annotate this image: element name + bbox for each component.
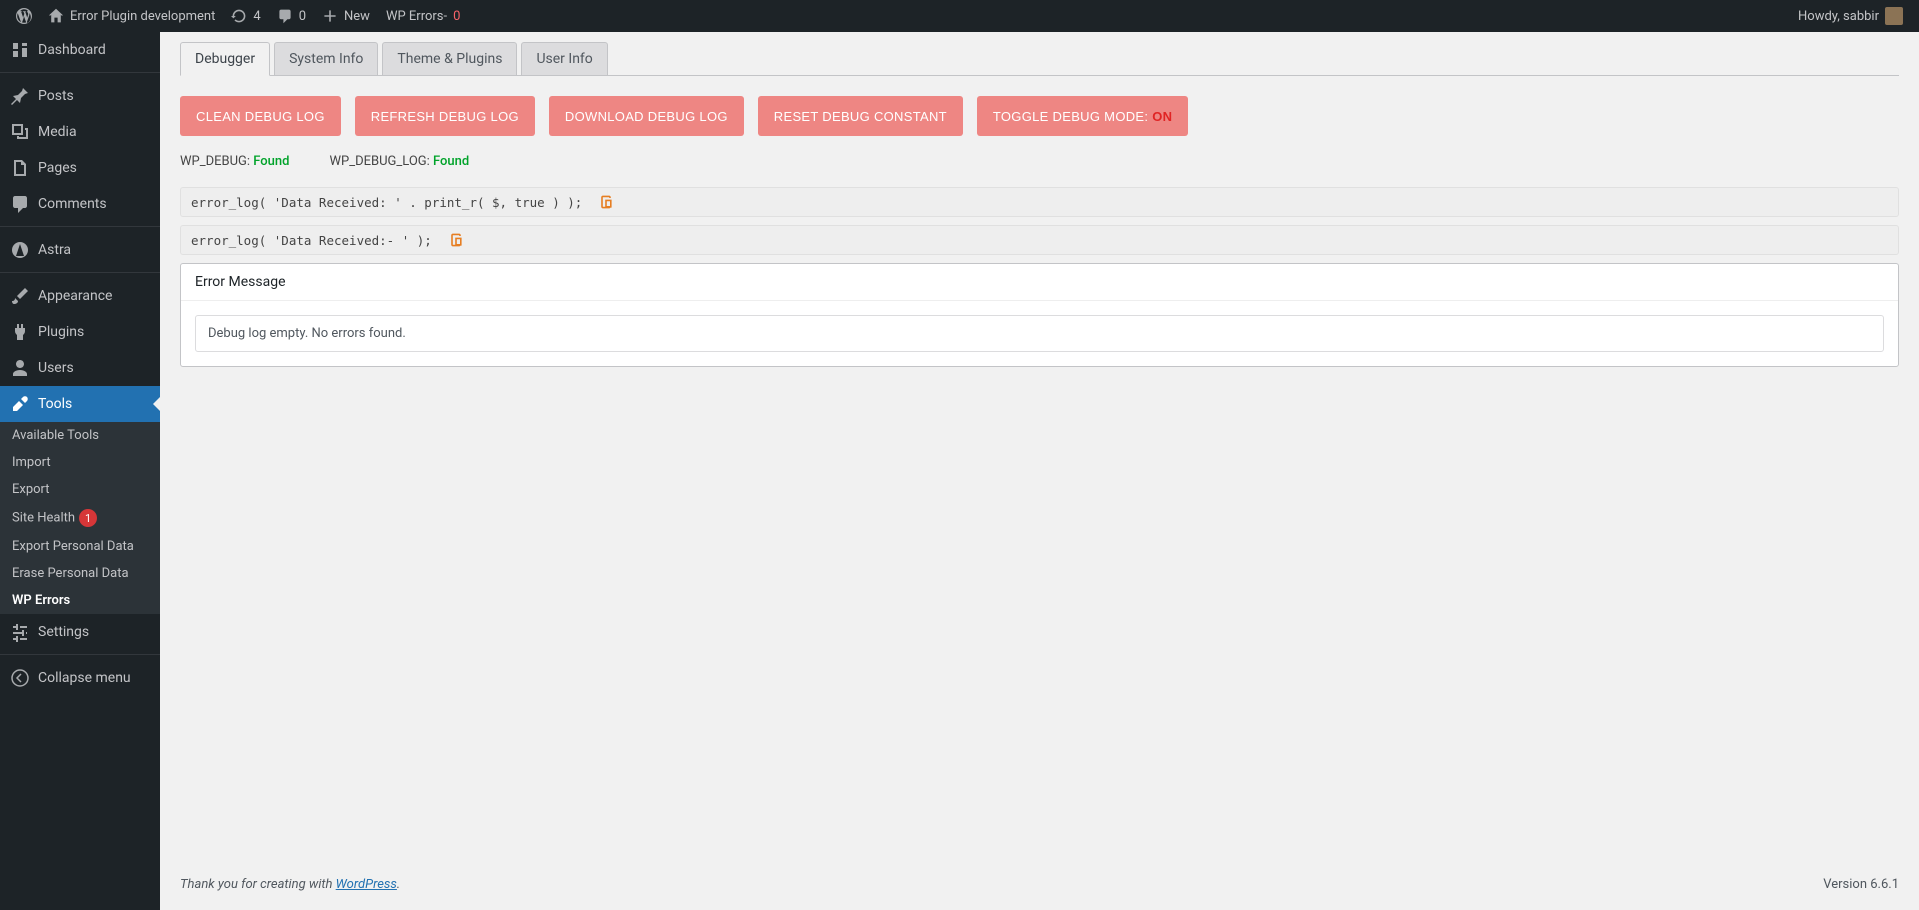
wp-errors-count: 0	[453, 9, 460, 24]
submenu-erase-personal[interactable]: Erase Personal Data	[0, 560, 160, 587]
avatar	[1885, 7, 1903, 25]
tab-user-info[interactable]: User Info	[521, 42, 607, 76]
wordpress-icon	[16, 8, 32, 24]
submenu-export[interactable]: Export	[0, 476, 160, 503]
sidebar-item-appearance[interactable]: Appearance	[0, 278, 160, 314]
wordpress-link[interactable]: WordPress	[336, 877, 397, 892]
plus-icon	[322, 8, 338, 24]
download-debug-log-button[interactable]: DOWNLOAD DEBUG LOG	[549, 96, 744, 136]
debug-status: WP_DEBUG: Found WP_DEBUG_LOG: Found	[180, 154, 1899, 169]
submenu-site-health[interactable]: Site Health1	[0, 503, 160, 533]
brush-icon	[10, 286, 30, 306]
dashboard-icon	[10, 40, 30, 60]
sidebar-item-posts[interactable]: Posts	[0, 78, 160, 114]
wrench-icon	[10, 394, 30, 414]
code-snippet-1: error_log( 'Data Received: ' . print_r( …	[180, 187, 1899, 217]
refresh-debug-log-button[interactable]: REFRESH DEBUG LOG	[355, 96, 535, 136]
sliders-icon	[10, 622, 30, 642]
admin-toolbar: Error Plugin development 4 0 New WP Erro…	[0, 0, 1919, 32]
page-icon	[10, 158, 30, 178]
astra-icon	[10, 240, 30, 260]
submenu-export-personal[interactable]: Export Personal Data	[0, 533, 160, 560]
home-icon	[48, 8, 64, 24]
tab-debugger[interactable]: Debugger	[180, 42, 270, 76]
account-link[interactable]: Howdy, sabbir	[1790, 0, 1911, 32]
wp-logo[interactable]	[8, 0, 40, 32]
clean-debug-log-button[interactable]: CLEAN DEBUG LOG	[180, 96, 341, 136]
collapse-icon	[10, 668, 30, 688]
collapse-menu[interactable]: Collapse menu	[0, 660, 160, 696]
tabs: Debugger System Info Theme & Plugins Use…	[180, 42, 1899, 76]
wp-debug-log-status: WP_DEBUG_LOG: Found	[329, 154, 469, 169]
submenu-available-tools[interactable]: Available Tools	[0, 422, 160, 449]
tab-system-info[interactable]: System Info	[274, 42, 378, 76]
site-health-badge: 1	[79, 509, 97, 527]
sidebar-item-astra[interactable]: Astra	[0, 232, 160, 268]
clipboard-icon[interactable]	[598, 194, 614, 210]
media-icon	[10, 122, 30, 142]
clipboard-icon[interactable]	[448, 232, 464, 248]
footer-version: Version 6.6.1	[1823, 877, 1899, 892]
admin-sidebar: Dashboard Posts Media Pages Comments Ast…	[0, 32, 160, 910]
new-label: New	[344, 9, 370, 24]
comments-count: 0	[299, 9, 306, 24]
sidebar-item-tools[interactable]: Tools	[0, 386, 160, 422]
plugin-icon	[10, 322, 30, 342]
comment-icon	[10, 194, 30, 214]
submenu-wp-errors[interactable]: WP Errors	[0, 587, 160, 614]
main-content: Debugger System Info Theme & Plugins Use…	[160, 32, 1919, 910]
admin-footer: Thank you for creating with WordPress. V…	[180, 859, 1899, 910]
wp-errors-link[interactable]: WP Errors-0	[378, 0, 468, 32]
update-icon	[231, 8, 247, 24]
user-icon	[10, 358, 30, 378]
panel-title: Error Message	[181, 264, 1898, 301]
wp-debug-status: WP_DEBUG: Found	[180, 154, 289, 169]
comment-icon	[277, 8, 293, 24]
sidebar-item-media[interactable]: Media	[0, 114, 160, 150]
sidebar-item-dashboard[interactable]: Dashboard	[0, 32, 160, 68]
site-name: Error Plugin development	[70, 9, 215, 24]
reset-debug-constant-button[interactable]: RESET DEBUG CONSTANT	[758, 96, 963, 136]
debug-mode-state: ON	[1152, 109, 1172, 124]
pin-icon	[10, 86, 30, 106]
debug-buttons: CLEAN DEBUG LOG REFRESH DEBUG LOG DOWNLO…	[180, 96, 1899, 136]
tab-theme-plugins[interactable]: Theme & Plugins	[382, 42, 517, 76]
sidebar-item-pages[interactable]: Pages	[0, 150, 160, 186]
sidebar-item-users[interactable]: Users	[0, 350, 160, 386]
greeting: Howdy, sabbir	[1798, 9, 1879, 24]
error-message-panel: Error Message Debug log empty. No errors…	[180, 263, 1899, 367]
site-name-link[interactable]: Error Plugin development	[40, 0, 223, 32]
updates-link[interactable]: 4	[223, 0, 268, 32]
code-snippet-2: error_log( 'Data Received:- ' );	[180, 225, 1899, 255]
toggle-debug-mode-button[interactable]: TOGGLE DEBUG MODE: ON	[977, 96, 1188, 136]
sidebar-item-plugins[interactable]: Plugins	[0, 314, 160, 350]
updates-count: 4	[253, 9, 260, 24]
sidebar-item-comments[interactable]: Comments	[0, 186, 160, 222]
comments-link[interactable]: 0	[269, 0, 314, 32]
tools-submenu: Available Tools Import Export Site Healt…	[0, 422, 160, 614]
submenu-import[interactable]: Import	[0, 449, 160, 476]
footer-thanks: Thank you for creating with WordPress.	[180, 877, 400, 892]
sidebar-item-settings[interactable]: Settings	[0, 614, 160, 650]
new-link[interactable]: New	[314, 0, 378, 32]
empty-log-message: Debug log empty. No errors found.	[195, 315, 1884, 352]
